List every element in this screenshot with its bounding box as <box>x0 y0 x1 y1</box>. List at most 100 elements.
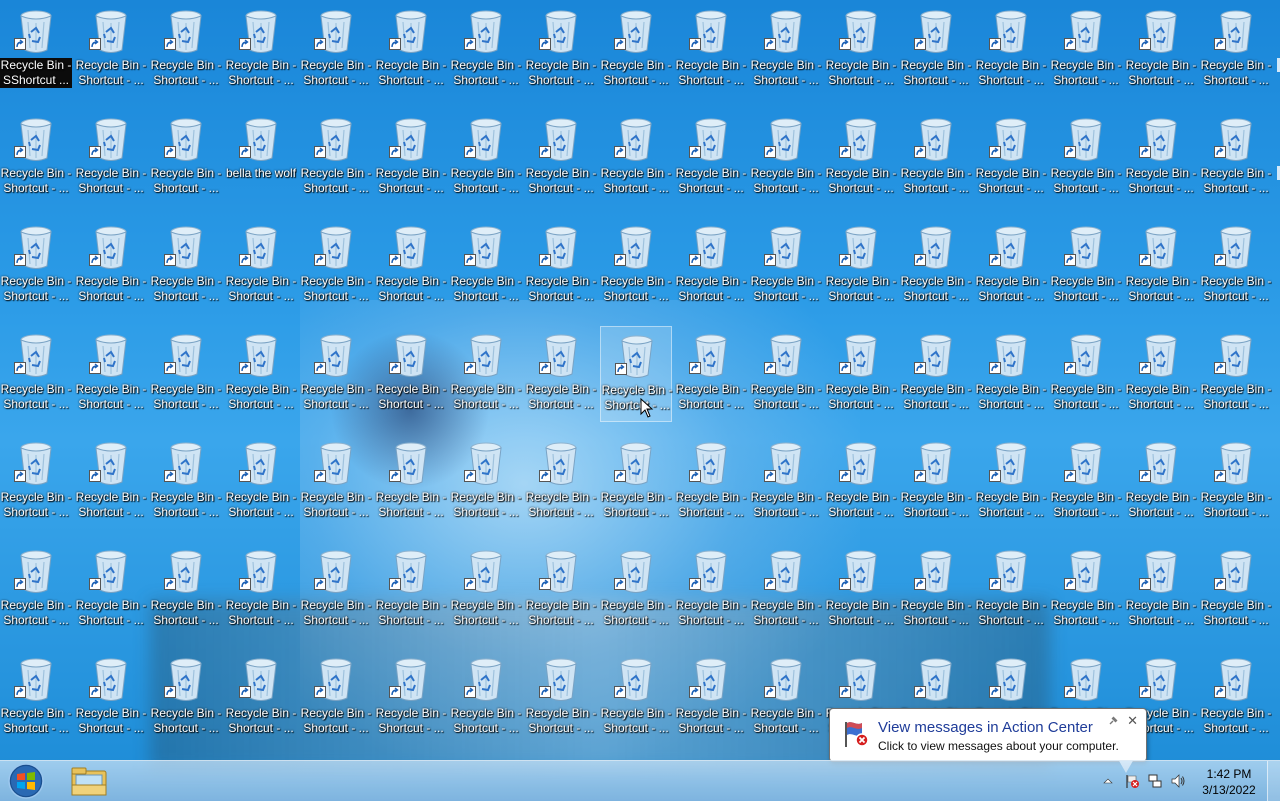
desktop-icon-recycle-bin-shortcut[interactable]: Recycle Bin - Shortcut - ... <box>300 2 372 98</box>
desktop-icon-recycle-bin-shortcut[interactable]: Recycle Bin - Shortcut - ... <box>75 542 147 638</box>
show-hidden-icons-icon[interactable] <box>1100 773 1116 789</box>
desktop-icon-recycle-bin-shortcut[interactable]: Recycle Bin - Shortcut - ... <box>225 2 297 98</box>
desktop-icon-recycle-bin-shortcut[interactable]: Recycle Bin - Shortcut - ... <box>450 650 522 746</box>
desktop-icon-recycle-bin-shortcut[interactable]: Recycle Bin - Shortcut - ... <box>825 2 897 98</box>
desktop-icon-recycle-bin-shortcut[interactable]: Recycle Bin - Shortcut - ... <box>0 434 72 530</box>
desktop-icon-recycle-bin-shortcut[interactable]: Recycle Bin - Shortcut - ... <box>675 542 747 638</box>
desktop-icon-recycle-bin-shortcut[interactable]: Recycle Bin - Shortcut - ... <box>75 650 147 746</box>
desktop-icon-recycle-bin-shortcut[interactable]: Recycle Bin - Shortcut - ... <box>150 434 222 530</box>
desktop-icon-recycle-bin-shortcut[interactable]: Recycle Bin - Shortcut - ... <box>675 110 747 206</box>
desktop-icon-recycle-bin-shortcut[interactable]: Recycle Bin - Shortcut - ... <box>1200 326 1272 422</box>
desktop-icon-recycle-bin-shortcut[interactable]: Recycle Bin - Shortcut - ... <box>750 326 822 422</box>
desktop-icon-recycle-bin-shortcut[interactable]: Recycle Bin - Shortcut - ... <box>0 650 72 746</box>
close-icon[interactable]: ✕ <box>1127 715 1138 728</box>
desktop-icon-recycle-bin-shortcut[interactable]: Recycle Bin - Shortcut - ... <box>375 2 447 98</box>
desktop-icon-recycle-bin-shortcut[interactable]: Recycle Bin - Shortcut - ... <box>1200 434 1272 530</box>
desktop-icon-recycle-bin-shortcut[interactable]: Recycle Bin - Shortcut - ... <box>300 434 372 530</box>
desktop-icon-recycle-bin-shortcut[interactable]: Recycle Bin - Shortcut - ... <box>1125 542 1197 638</box>
desktop-icon-recycle-bin-shortcut[interactable]: Recycle Bin - Shortcut - ... <box>1050 434 1122 530</box>
desktop-icon-recycle-bin-shortcut[interactable]: Recycle Bin - Shortcut - ... <box>300 650 372 746</box>
desktop-icon-recycle-bin-shortcut[interactable]: Recycle Bin - Shortcut - ... <box>450 434 522 530</box>
desktop-icon-recycle-bin-shortcut[interactable]: Recycle Bin - Shortcut - ... <box>900 326 972 422</box>
desktop-icon-recycle-bin-shortcut[interactable]: Recycle Bin - Shortcut - ... <box>1125 2 1197 98</box>
action-center-flag-icon[interactable] <box>1124 773 1140 789</box>
desktop-icon-recycle-bin-shortcut[interactable]: Recycle Bin - Shortcut - ... <box>750 650 822 746</box>
network-icon[interactable] <box>1147 773 1163 789</box>
desktop-icon-recycle-bin-shortcut[interactable]: Recycle Bin - Shortcut - ... <box>750 218 822 314</box>
desktop-icon-recycle-bin-shortcut[interactable]: Recycle Bin - Shortcut - ... <box>600 326 672 422</box>
desktop-icon-recycle-bin-shortcut[interactable]: Recycle Bin - Shortcut - ... <box>525 2 597 98</box>
desktop-icon-recycle-bin-shortcut[interactable]: Recycle Bin - Shortcut - ... <box>975 434 1047 530</box>
desktop-icon-recycle-bin-shortcut[interactable]: Recycle Bin - Shortcut - ... <box>825 110 897 206</box>
desktop-icon-recycle-bin-shortcut[interactable]: Recycle Bin - Shortcut - ... <box>1050 542 1122 638</box>
desktop-icon-recycle-bin-shortcut[interactable]: Recycle Bin - Shortcut - ... <box>0 218 72 314</box>
desktop-icon-recycle-bin-shortcut[interactable]: Recycle Bin - Shortcut - ... <box>1200 218 1272 314</box>
desktop-icon-recycle-bin-shortcut[interactable]: Recycle Bin - Shortcut - ... <box>0 326 72 422</box>
desktop-icon-recycle-bin-shortcut[interactable]: Recycle Bin - Shortcut - ... <box>225 542 297 638</box>
desktop-icon-recycle-bin-shortcut[interactable]: Recycle Bin - Shortcut - ... <box>525 542 597 638</box>
desktop-icon-recycle-bin-shortcut[interactable]: Recycle Bin - Shortcut - ... <box>825 326 897 422</box>
desktop-icon-recycle-bin-shortcut[interactable]: Recycle Bin - Shortcut - ... <box>600 650 672 746</box>
desktop-icon-recycle-bin-shortcut[interactable]: Recycle Bin - Shortcut - ... <box>1200 110 1272 206</box>
desktop[interactable]: Recycle Bin - SShortcut ... Recycle Bin -… <box>0 0 1280 760</box>
desktop-icon-recycle-bin-shortcut[interactable]: Recycle Bin - Shortcut - ... <box>300 218 372 314</box>
desktop-icon-recycle-bin-shortcut[interactable]: Recycle Bin - Shortcut - ... <box>150 218 222 314</box>
desktop-icon-recycle-bin-shortcut[interactable]: Recycle Bin - Shortcut - ... <box>375 650 447 746</box>
desktop-icon-recycle-bin-shortcut[interactable]: Recycle Bin - Shortcut - ... <box>975 2 1047 98</box>
desktop-icon-recycle-bin-shortcut[interactable]: Recycle Bin - Shortcut - ... <box>750 2 822 98</box>
desktop-icon-recycle-bin-shortcut[interactable]: Recycle Bin - Shortcut - ... <box>900 2 972 98</box>
desktop-icon-recycle-bin-shortcut[interactable]: Recycle Bin - Shortcut - ... <box>525 326 597 422</box>
desktop-icon-recycle-bin-shortcut[interactable]: Recycle Bin - Shortcut - ... <box>525 218 597 314</box>
desktop-icon-recycle-bin-shortcut[interactable]: Recycle Bin - Shortcut - ... <box>1200 650 1272 746</box>
desktop-icon-recycle-bin-shortcut[interactable]: Recycle Bin - Shortcut - ... <box>825 218 897 314</box>
desktop-icon-recycle-bin-shortcut[interactable]: Recycle Bin - Shortcut - ... <box>825 434 897 530</box>
desktop-icon-recycle-bin-shortcut[interactable]: Recycle Bin - Shortcut - ... <box>750 542 822 638</box>
desktop-icon-recycle-bin-shortcut[interactable]: Recycle Bin - Shortcut - ... <box>225 326 297 422</box>
desktop-icon-recycle-bin-shortcut[interactable]: Recycle Bin - Shortcut - ... <box>75 2 147 98</box>
desktop-icon-recycle-bin-shortcut[interactable]: Recycle Bin - Shortcut - ... <box>900 218 972 314</box>
desktop-icon-recycle-bin-shortcut[interactable]: Recycle Bin - Shortcut - ... <box>1050 326 1122 422</box>
desktop-icon-recycle-bin-shortcut[interactable]: Recycle Bin - Shortcut - ... <box>1125 110 1197 206</box>
desktop-icon-recycle-bin-shortcut[interactable]: Recycle Bin - Shortcut - ... <box>600 110 672 206</box>
desktop-icon-recycle-bin-shortcut[interactable]: Recycle Bin - Shortcut - ... <box>900 542 972 638</box>
desktop-icon-recycle-bin-shortcut[interactable]: Recycle Bin - Shortcut - ... <box>450 110 522 206</box>
desktop-icon-recycle-bin-shortcut[interactable]: Recycle Bin - Shortcut - ... <box>150 2 222 98</box>
desktop-icon-recycle-bin-shortcut[interactable]: Recycle Bin - Shortcut - ... <box>1125 218 1197 314</box>
desktop-icon-recycle-bin-shortcut[interactable]: Recycle Bin - Shortcut - ... <box>975 110 1047 206</box>
desktop-icon-recycle-bin-shortcut[interactable]: Recycle Bin - Shortcut - ... <box>1050 110 1122 206</box>
desktop-icon-recycle-bin-shortcut[interactable]: Recycle Bin - Shortcut - ... <box>600 218 672 314</box>
desktop-icon-recycle-bin-shortcut[interactable]: Recycle Bin - Shortcut - ... <box>300 542 372 638</box>
desktop-icon-recycle-bin-shortcut[interactable]: Recycle Bin - Shortcut - ... <box>300 110 372 206</box>
desktop-icon-recycle-bin-shortcut[interactable]: Recycle Bin - Shortcut - ... <box>750 110 822 206</box>
desktop-icon-recycle-bin-shortcut[interactable]: Recycle Bin - Shortcut - ... <box>1125 434 1197 530</box>
desktop-icon-recycle-bin-shortcut[interactable]: Recycle Bin - Shortcut - ... <box>750 434 822 530</box>
desktop-icon-recycle-bin-shortcut[interactable]: Recycle Bin - Shortcut - ... <box>75 326 147 422</box>
desktop-icon-recycle-bin-shortcut[interactable]: Recycle Bin - Shortcut - ... <box>450 2 522 98</box>
desktop-icon-recycle-bin-shortcut[interactable]: Recycle Bin - Shortcut - ... <box>375 218 447 314</box>
desktop-icon-recycle-bin-shortcut[interactable]: Recycle Bin - Shortcut - ... <box>75 110 147 206</box>
action-center-notification[interactable]: View messages in Action Center Click to … <box>829 708 1147 773</box>
desktop-icon-recycle-bin-shortcut[interactable]: Recycle Bin - Shortcut - ... <box>150 650 222 746</box>
desktop-icon-recycle-bin-shortcut[interactable]: Recycle Bin - Shortcut - ... <box>225 434 297 530</box>
desktop-icon-recycle-bin-shortcut[interactable]: Recycle Bin - Shortcut - ... <box>150 110 222 206</box>
desktop-icon-recycle-bin-shortcut[interactable]: Recycle Bin - Shortcut - ... <box>975 542 1047 638</box>
desktop-icon-recycle-bin-shortcut[interactable]: Recycle Bin - Shortcut - ... <box>675 2 747 98</box>
desktop-icon-recycle-bin-shortcut[interactable]: Recycle Bin - Shortcut - ... <box>450 326 522 422</box>
desktop-icon-recycle-bin-shortcut[interactable]: Recycle Bin - Shortcut - ... <box>225 650 297 746</box>
desktop-icon-recycle-bin-shortcut[interactable]: Recycle Bin - Shortcut - ... <box>0 110 72 206</box>
desktop-icon-recycle-bin-shortcut[interactable]: Recycle Bin - Shortcut - ... <box>375 110 447 206</box>
show-desktop-button[interactable] <box>1267 761 1280 801</box>
desktop-icon-recycle-bin-shortcut[interactable]: Recycle Bin - Shortcut - ... <box>525 110 597 206</box>
desktop-icon-recycle-bin-shortcut[interactable]: Recycle Bin - Shortcut - ... <box>825 542 897 638</box>
desktop-icon-recycle-bin-shortcut[interactable]: Recycle Bin - Shortcut - ... <box>300 326 372 422</box>
desktop-icon-recycle-bin-shortcut[interactable]: Recycle Bin - Shortcut - ... <box>375 434 447 530</box>
desktop-icon-recycle-bin-shortcut[interactable]: Recycle Bin - Shortcut - ... <box>375 326 447 422</box>
desktop-icon-recycle-bin-shortcut[interactable]: Recycle Bin - Shortcut - ... <box>900 110 972 206</box>
desktop-icon-recycle-bin-shortcut[interactable]: Recycle Bin - Shortcut - ... <box>75 434 147 530</box>
desktop-icon-recycle-bin-shortcut[interactable]: Recycle Bin - Shortcut - ... <box>525 650 597 746</box>
windows-explorer-button[interactable] <box>68 763 110 799</box>
desktop-icon-recycle-bin-shortcut[interactable]: bella the wolf <box>225 110 297 206</box>
desktop-icon-recycle-bin-shortcut[interactable]: Recycle Bin - SShortcut ... <box>0 2 72 98</box>
desktop-icon-recycle-bin-shortcut[interactable]: Recycle Bin - Shortcut - ... <box>1200 2 1272 98</box>
desktop-icon-recycle-bin-shortcut[interactable]: Recycle Bin - Shortcut - ... <box>1200 542 1272 638</box>
